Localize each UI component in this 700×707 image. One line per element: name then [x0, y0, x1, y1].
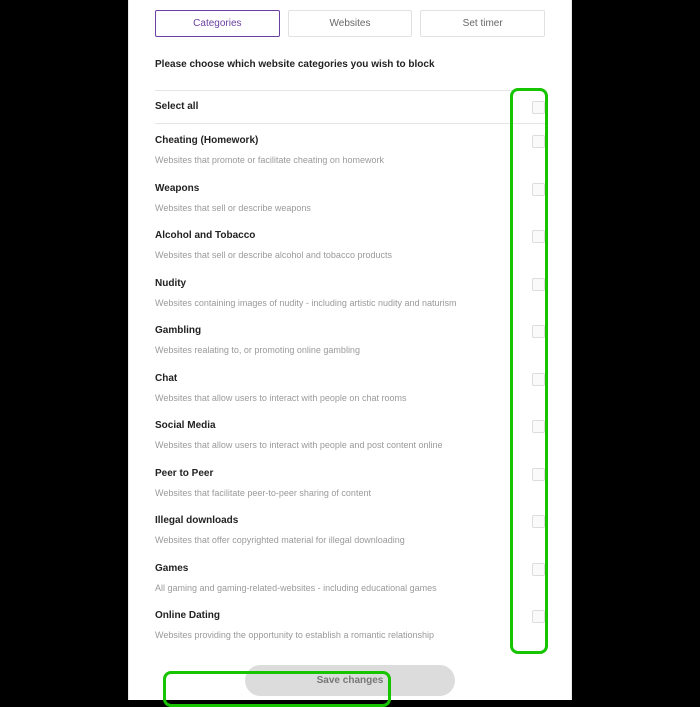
category-checkbox[interactable]	[532, 135, 545, 148]
category-text: Gambling Websites realating to, or promot…	[155, 324, 532, 358]
category-row: Games All gaming and gaming-related-websi…	[155, 554, 545, 602]
tab-websites[interactable]: Websites	[288, 10, 413, 37]
category-description: Websites that sell or describe alcohol a…	[155, 249, 522, 263]
category-title: Social Media	[155, 419, 522, 433]
category-checkbox[interactable]	[532, 183, 545, 196]
category-text: Games All gaming and gaming-related-websi…	[155, 562, 532, 596]
category-title: Games	[155, 562, 522, 576]
category-text: Cheating (Homework) Websites that promote…	[155, 134, 532, 168]
category-row: Gambling Websites realating to, or promot…	[155, 316, 545, 364]
category-description: Websites realating to, or promoting onli…	[155, 344, 522, 358]
category-title: Online Dating	[155, 609, 522, 623]
category-description: Websites that facilitate peer-to-peer sh…	[155, 487, 522, 501]
category-description: Websites that allow users to interact wi…	[155, 392, 522, 406]
category-checkbox[interactable]	[532, 420, 545, 433]
category-checkbox[interactable]	[532, 230, 545, 243]
category-title: Nudity	[155, 277, 522, 291]
category-title: Peer to Peer	[155, 467, 522, 481]
category-checkbox[interactable]	[532, 515, 545, 528]
category-text: Chat Websites that allow users to interac…	[155, 372, 532, 406]
save-changes-button[interactable]: Save changes	[245, 665, 455, 696]
category-row: Alcohol and Tobacco Websites that sell or…	[155, 221, 545, 269]
category-row: Chat Websites that allow users to interac…	[155, 364, 545, 412]
category-list: Cheating (Homework) Websites that promote…	[155, 126, 545, 649]
category-checkbox[interactable]	[532, 610, 545, 623]
content-area: Please choose which website categories y…	[129, 51, 571, 657]
category-row: Peer to Peer Websites that facilitate pee…	[155, 459, 545, 507]
select-all-row: Select all	[155, 90, 545, 124]
category-checkbox[interactable]	[532, 563, 545, 576]
category-text: Peer to Peer Websites that facilitate pee…	[155, 467, 532, 501]
category-text: Online Dating Websites providing the oppo…	[155, 609, 532, 643]
category-checkbox[interactable]	[532, 468, 545, 481]
category-description: Websites that sell or describe weapons	[155, 202, 522, 216]
category-text: Illegal downloads Websites that offer cop…	[155, 514, 532, 548]
category-title: Weapons	[155, 182, 522, 196]
save-area: Save changes	[129, 657, 571, 706]
category-description: Websites that offer copyrighted material…	[155, 534, 522, 548]
category-text: Weapons Websites that sell or describe we…	[155, 182, 532, 216]
category-description: Websites providing the opportunity to es…	[155, 629, 522, 643]
category-title: Cheating (Homework)	[155, 134, 522, 148]
category-checkbox[interactable]	[532, 373, 545, 386]
category-title: Gambling	[155, 324, 522, 338]
category-checkbox[interactable]	[532, 325, 545, 338]
category-text: Alcohol and Tobacco Websites that sell or…	[155, 229, 532, 263]
category-row: Social Media Websites that allow users to…	[155, 411, 545, 459]
category-row: Cheating (Homework) Websites that promote…	[155, 126, 545, 174]
category-description: Websites that allow users to interact wi…	[155, 439, 522, 453]
tab-bar: Categories Websites Set timer	[129, 0, 571, 51]
category-row: Illegal downloads Websites that offer cop…	[155, 506, 545, 554]
category-description: Websites containing images of nudity - i…	[155, 297, 522, 311]
select-all-checkbox[interactable]	[532, 101, 545, 114]
tab-categories[interactable]: Categories	[155, 10, 280, 37]
tab-set-timer[interactable]: Set timer	[420, 10, 545, 37]
category-description: All gaming and gaming-related-websites -…	[155, 582, 522, 596]
category-checkbox[interactable]	[532, 278, 545, 291]
category-row: Online Dating Websites providing the oppo…	[155, 601, 545, 649]
category-title: Chat	[155, 372, 522, 386]
category-text: Social Media Websites that allow users to…	[155, 419, 532, 453]
category-row: Weapons Websites that sell or describe we…	[155, 174, 545, 222]
category-text: Nudity Websites containing images of nudi…	[155, 277, 532, 311]
select-all-label: Select all	[155, 100, 522, 114]
settings-panel: Categories Websites Set timer Please cho…	[128, 0, 572, 700]
instruction-text: Please choose which website categories y…	[155, 59, 545, 70]
category-row: Nudity Websites containing images of nudi…	[155, 269, 545, 317]
category-title: Alcohol and Tobacco	[155, 229, 522, 243]
category-title: Illegal downloads	[155, 514, 522, 528]
category-description: Websites that promote or facilitate chea…	[155, 154, 522, 168]
